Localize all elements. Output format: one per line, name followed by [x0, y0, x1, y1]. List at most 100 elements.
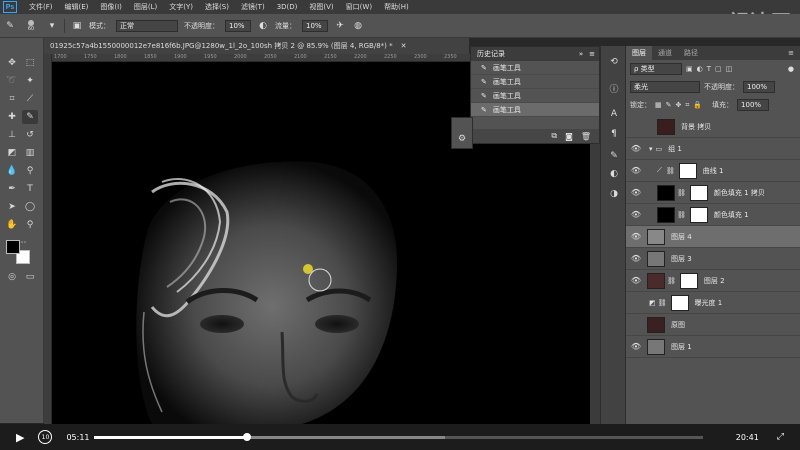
- menu-layer[interactable]: 图层(L): [128, 2, 163, 12]
- layer-row[interactable]: 👁 图层 3: [626, 248, 800, 270]
- clone-stamp-tool-icon[interactable]: ⊥: [4, 128, 20, 142]
- eye-icon[interactable]: 👁: [629, 188, 643, 197]
- pressure-size-icon[interactable]: ◍: [352, 20, 364, 32]
- menu-edit[interactable]: 编辑(E): [59, 2, 95, 12]
- layer-row[interactable]: 👁 ⛓ 图层 2: [626, 270, 800, 292]
- layer-group-row[interactable]: 👁 ▾ ▭ 组 1: [626, 138, 800, 160]
- type-tool-icon[interactable]: T: [22, 182, 38, 196]
- lock-all-icon[interactable]: 🔒: [693, 101, 702, 109]
- eye-icon[interactable]: 👁: [629, 210, 643, 219]
- tab-paths[interactable]: 路径: [678, 48, 704, 58]
- chevron-down-icon[interactable]: ▾: [46, 20, 58, 32]
- layer-row[interactable]: 👁 ⛓ 颜色填充 1 拷贝: [626, 182, 800, 204]
- history-panel-icon[interactable]: ⟲: [606, 54, 622, 70]
- menu-filter[interactable]: 滤镜(T): [235, 2, 271, 12]
- menu-3d[interactable]: 3D(D): [271, 3, 304, 11]
- blend-mode-select[interactable]: 柔光: [630, 81, 700, 93]
- screen-mode-icon[interactable]: ▭: [22, 270, 38, 284]
- history-item[interactable]: ✎ 画笔工具: [471, 89, 599, 103]
- lock-position-icon[interactable]: ✥: [676, 101, 682, 109]
- menu-image[interactable]: 图像(I): [94, 2, 128, 12]
- brush-tool-icon[interactable]: ✎: [4, 20, 16, 32]
- menu-type[interactable]: 文字(Y): [163, 2, 199, 12]
- mode-select[interactable]: 正常: [116, 19, 178, 32]
- layer-row[interactable]: 👁 ⟋ ⛓ 曲线 1: [626, 160, 800, 182]
- eye-icon[interactable]: 👁: [629, 232, 643, 241]
- dodge-tool-icon[interactable]: ⚲: [22, 164, 38, 178]
- mini-panel-dock[interactable]: ⚙: [451, 117, 473, 149]
- eraser-tool-icon[interactable]: ◩: [4, 146, 20, 160]
- layer-row[interactable]: 👁 图层 4: [626, 226, 800, 248]
- menu-help[interactable]: 帮助(H): [378, 2, 415, 12]
- new-document-icon[interactable]: ⧉: [551, 131, 557, 141]
- lock-artboard-icon[interactable]: ⌗: [685, 101, 689, 110]
- snapshot-icon[interactable]: ◙: [565, 132, 573, 141]
- move-tool-icon[interactable]: ✥: [4, 56, 20, 70]
- lock-paint-icon[interactable]: ✎: [666, 101, 672, 109]
- marquee-tool-icon[interactable]: ⬚: [22, 56, 38, 70]
- fullscreen-icon[interactable]: ⤢: [777, 432, 784, 442]
- filter-shape-icon[interactable]: ▢: [715, 65, 722, 73]
- eye-icon[interactable]: 👁: [629, 144, 643, 153]
- brush-panel-icon[interactable]: ▣: [71, 20, 83, 32]
- layer-filter-select[interactable]: ρ 类型: [630, 63, 682, 75]
- layer-row[interactable]: 原图: [626, 314, 800, 336]
- eye-icon[interactable]: 👁: [629, 276, 643, 285]
- layer-row[interactable]: 背景 拷贝: [626, 116, 800, 138]
- properties-icon[interactable]: ⚙: [458, 134, 466, 144]
- eye-icon[interactable]: 👁: [629, 342, 643, 351]
- healing-tool-icon[interactable]: ✚: [4, 110, 20, 124]
- tab-channels[interactable]: 通道: [652, 48, 678, 58]
- history-item[interactable]: ✎ 画笔工具: [471, 61, 599, 75]
- layer-opacity-field[interactable]: 100%: [743, 81, 775, 93]
- airbrush-icon[interactable]: ✈: [334, 20, 346, 32]
- filter-toggle-icon[interactable]: ●: [788, 65, 794, 73]
- pressure-opacity-icon[interactable]: ◐: [257, 20, 269, 32]
- pen-tool-icon[interactable]: ✒: [4, 182, 20, 196]
- brush-preset-picker[interactable]: 60: [22, 19, 40, 32]
- history-item[interactable]: ✎ 画笔工具: [471, 75, 599, 89]
- adjustments-icon[interactable]: ◑: [606, 186, 622, 202]
- menu-file[interactable]: 文件(F): [23, 2, 59, 12]
- flow-field[interactable]: 10%: [302, 19, 328, 32]
- panel-menu-icon[interactable]: ≡: [788, 49, 794, 57]
- document-tab[interactable]: 01925c57a4b1550000012e7e816f6b.JPG@1280w…: [44, 38, 469, 54]
- brush-presets-icon[interactable]: ◐: [606, 166, 622, 182]
- history-brush-tool-icon[interactable]: ↺: [22, 128, 38, 142]
- filter-smart-icon[interactable]: ◫: [726, 65, 733, 73]
- gradient-tool-icon[interactable]: ▥: [22, 146, 38, 160]
- eye-icon[interactable]: 👁: [629, 254, 643, 263]
- collapse-icon[interactable]: »: [579, 50, 583, 58]
- layer-row[interactable]: 👁 图层 1: [626, 336, 800, 358]
- layer-row[interactable]: 👁 ⛓ 颜色填充 1: [626, 204, 800, 226]
- close-icon[interactable]: ✕: [401, 42, 407, 50]
- lock-pixels-icon[interactable]: ▦: [655, 101, 662, 109]
- filter-type-icon[interactable]: T: [707, 65, 711, 73]
- panel-menu-icon[interactable]: ≡: [589, 50, 595, 58]
- fill-field[interactable]: 100%: [737, 99, 770, 111]
- progress-handle[interactable]: [242, 433, 251, 441]
- play-icon[interactable]: ▶: [16, 431, 24, 444]
- quick-mask-icon[interactable]: ◎: [4, 270, 20, 284]
- text-icon[interactable]: A: [606, 106, 622, 122]
- tab-layers[interactable]: 图层: [626, 46, 652, 60]
- trash-icon[interactable]: 🗑: [581, 132, 591, 141]
- history-item[interactable]: ✎ 画笔工具: [471, 103, 599, 117]
- menu-view[interactable]: 视图(V): [303, 2, 339, 12]
- hand-tool-icon[interactable]: ✋: [4, 218, 20, 232]
- foreground-color-swatch[interactable]: [6, 240, 20, 254]
- blur-tool-icon[interactable]: 💧: [4, 164, 20, 178]
- eyedropper-tool-icon[interactable]: ⟋: [22, 92, 38, 106]
- path-select-tool-icon[interactable]: ➤: [4, 200, 20, 214]
- ellipse-tool-icon[interactable]: ◯: [22, 200, 38, 214]
- menu-window[interactable]: 窗口(W): [340, 2, 378, 12]
- skip-back-button[interactable]: 10: [38, 430, 53, 444]
- lasso-tool-icon[interactable]: ➰: [4, 74, 20, 88]
- layer-row[interactable]: ◩ ⛓ 曝光度 1: [626, 292, 800, 314]
- brush-settings-icon[interactable]: ✎: [606, 148, 622, 164]
- brush-tool-icon[interactable]: ✎: [22, 110, 38, 124]
- crop-tool-icon[interactable]: ⌗: [4, 92, 20, 106]
- filter-adjust-icon[interactable]: ◐: [697, 65, 703, 73]
- chevron-down-icon[interactable]: ▾: [649, 145, 653, 153]
- info-icon[interactable]: ⓘ: [606, 80, 622, 96]
